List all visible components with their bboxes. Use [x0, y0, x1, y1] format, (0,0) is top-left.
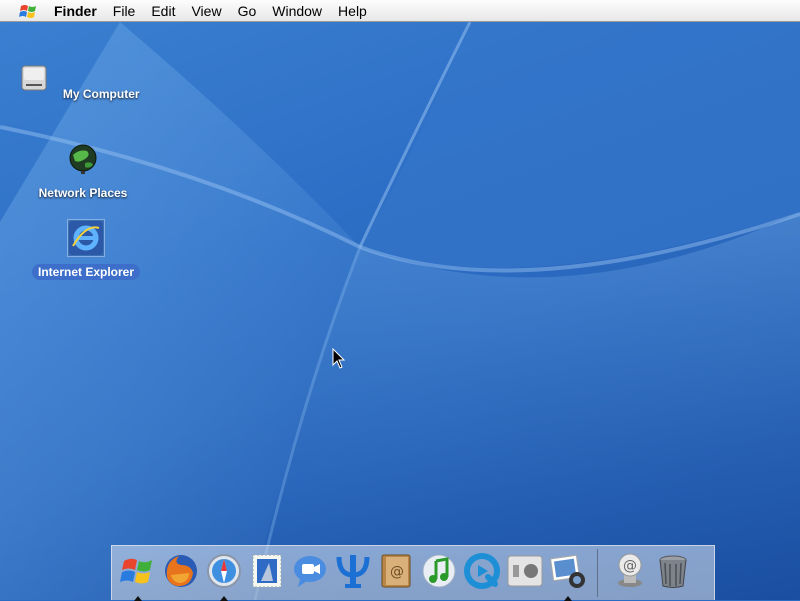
hard-drive-icon — [21, 65, 47, 91]
menu-go[interactable]: Go — [238, 0, 257, 22]
mail-stamp-icon — [252, 554, 282, 588]
windows-flag-icon[interactable] — [18, 2, 40, 20]
menu-window[interactable]: Window — [272, 0, 322, 22]
running-indicator — [564, 596, 572, 601]
desktop-icon-network-places[interactable]: Network Places — [18, 141, 148, 202]
internet-connect-icon: @ — [618, 553, 642, 587]
menu-view[interactable]: View — [191, 0, 221, 22]
menu-bar: Finder File Edit View Go Window Help — [0, 0, 800, 22]
internet-explorer-icon — [67, 219, 105, 257]
windows-start-icon — [120, 558, 152, 584]
network-globe-icon — [69, 144, 97, 174]
dock-firefox[interactable] — [161, 551, 201, 595]
svg-text:@: @ — [390, 564, 404, 580]
iphoto-icon — [550, 554, 585, 588]
dock-separator — [597, 549, 598, 597]
dock-windows-start[interactable] — [118, 551, 158, 601]
desktop-icon-label: My Computer — [62, 87, 140, 101]
dock-iphoto[interactable] — [548, 551, 588, 601]
running-indicator — [220, 596, 228, 601]
dock-safari[interactable] — [204, 551, 244, 601]
running-indicator — [134, 596, 142, 601]
desktop-icon-label: Network Places — [38, 186, 128, 200]
dock: @ @ — [111, 545, 715, 601]
svg-text:@: @ — [623, 558, 637, 574]
dock-trash[interactable] — [653, 551, 693, 595]
wallpaper — [0, 22, 800, 600]
firefox-icon — [165, 555, 197, 587]
menu-edit[interactable]: Edit — [151, 0, 175, 22]
boot-camp-icon — [507, 555, 543, 587]
itunes-icon — [422, 554, 456, 588]
trash-icon — [659, 555, 687, 588]
menu-help[interactable]: Help — [338, 0, 367, 22]
dock-ichat[interactable] — [290, 551, 330, 595]
dock-address-book[interactable]: @ — [376, 551, 416, 595]
dock-mail[interactable] — [247, 551, 287, 595]
ichat-camera-icon — [294, 556, 326, 587]
desktop[interactable]: My Computer Network Places Internet Expl… — [0, 22, 800, 600]
desktop-icon-internet-explorer[interactable]: Internet Explorer — [21, 219, 151, 281]
psi-icon — [336, 555, 370, 588]
address-book-icon: @ — [381, 554, 411, 588]
menu-file[interactable]: File — [113, 0, 136, 22]
dock-boot-camp[interactable] — [505, 551, 545, 595]
safari-compass-icon — [207, 554, 241, 588]
quicktime-icon — [464, 553, 500, 589]
dock-psi[interactable] — [333, 551, 373, 595]
dock-internet-connect[interactable]: @ — [610, 551, 650, 595]
mouse-pointer-icon — [332, 348, 346, 369]
desktop-icon-label: Internet Explorer — [31, 264, 141, 280]
dock-quicktime[interactable] — [462, 551, 502, 595]
desktop-icon-my-computer[interactable]: My Computer — [16, 60, 146, 103]
menu-app-finder[interactable]: Finder — [54, 0, 97, 22]
dock-itunes[interactable] — [419, 551, 459, 595]
